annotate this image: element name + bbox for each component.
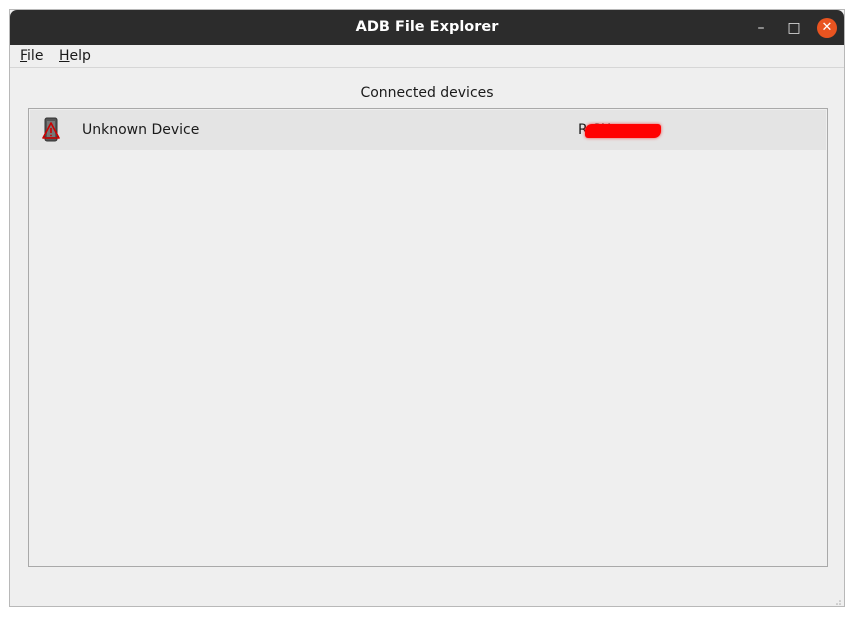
connected-devices-heading: Connected devices (360, 85, 494, 101)
menu-help-mnemonic: H (59, 48, 70, 64)
device-row[interactable]: Unknown Device R SX (30, 110, 826, 150)
minimize-button[interactable]: – (751, 18, 771, 38)
device-list[interactable]: Unknown Device R SX (28, 108, 828, 567)
window-title: ADB File Explorer (355, 19, 499, 35)
app-window: ADB File Explorer – □ ✕ File Help Connec… (9, 9, 845, 607)
menu-file[interactable]: File (20, 45, 43, 67)
maximize-button[interactable]: □ (784, 18, 804, 38)
menu-file-mnemonic: F (20, 48, 28, 64)
phone-warning-icon (38, 117, 64, 143)
menu-bar: File Help (10, 45, 844, 68)
redaction-mark (585, 124, 661, 138)
menu-help[interactable]: Help (59, 45, 91, 67)
close-button[interactable]: ✕ (817, 18, 837, 38)
menu-help-label: elp (69, 48, 91, 64)
title-bar[interactable]: ADB File Explorer – □ ✕ (10, 10, 844, 45)
resize-grip-icon[interactable] (832, 594, 842, 605)
device-name: Unknown Device (82, 122, 200, 138)
menu-file-label: ile (27, 48, 44, 64)
